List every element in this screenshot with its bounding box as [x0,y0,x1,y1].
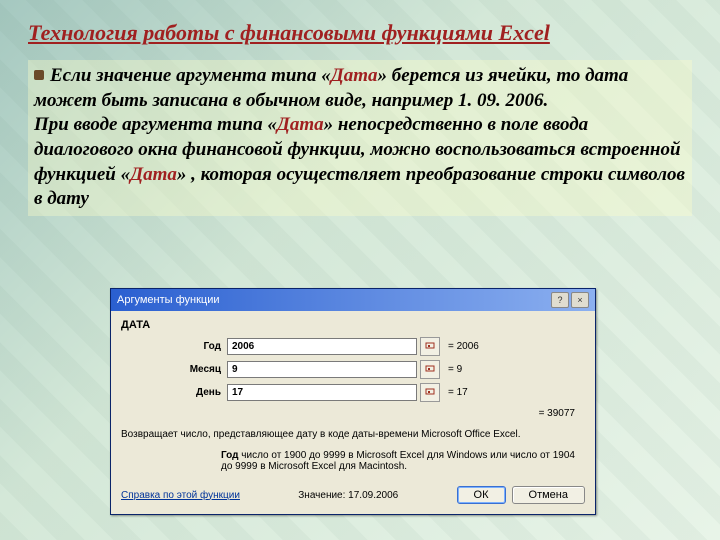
function-name: ДАТА [121,319,585,331]
arg-result: = 17 [448,387,468,398]
result-value: Значение: 17.09.2006 [298,490,398,501]
preview-result: = 39077 [121,408,585,419]
function-description: Возвращает число, представляющее дату в … [121,429,585,440]
slide-body: Если значение аргумента типа «Дата» бере… [28,60,692,216]
arg-result: = 2006 [448,341,479,352]
close-button[interactable]: × [571,292,589,308]
dialog-titlebar[interactable]: Аргументы функции ? × [111,289,595,311]
arg-input-day[interactable] [227,384,417,401]
arg-input-year[interactable] [227,338,417,355]
range-ref-button[interactable] [420,337,440,356]
dialog-title: Аргументы функции [117,294,220,306]
function-arguments-dialog: Аргументы функции ? × ДАТА Год = 2006 Ме… [110,288,596,515]
arg-label: Год [121,341,227,352]
arg-label: День [121,387,227,398]
slide-title: Технология работы с финансовыми функциям… [28,20,692,46]
arg-label: Месяц [121,364,227,375]
arg-result: = 9 [448,364,462,375]
arg-row-month: Месяц = 9 [121,360,585,379]
range-ref-button[interactable] [420,383,440,402]
ok-button[interactable]: ОК [457,486,506,504]
help-button[interactable]: ? [551,292,569,308]
bullet-icon [34,70,44,80]
argument-description: Год число от 1900 до 9999 в Microsoft Ex… [121,450,585,472]
arg-input-month[interactable] [227,361,417,378]
range-ref-button[interactable] [420,360,440,379]
arg-row-day: День = 17 [121,383,585,402]
help-link[interactable]: Справка по этой функции [121,490,240,501]
arg-row-year: Год = 2006 [121,337,585,356]
cancel-button[interactable]: Отмена [512,486,585,504]
